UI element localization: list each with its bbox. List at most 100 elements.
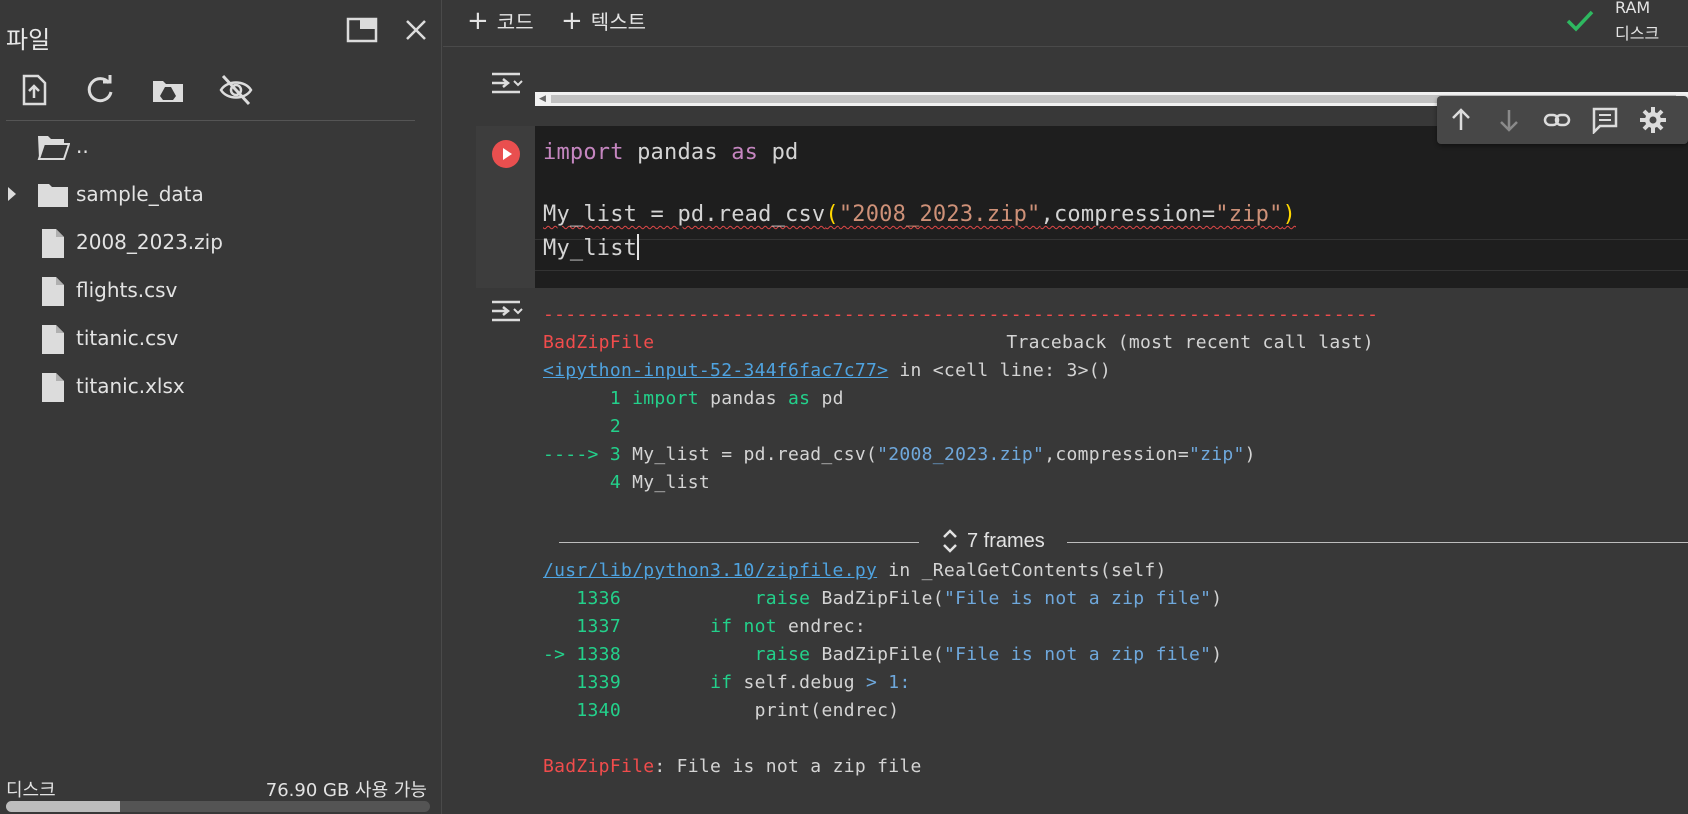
comment-icon[interactable] bbox=[1591, 106, 1619, 134]
tree-item-label: sample_data bbox=[76, 182, 204, 206]
code-text: BadZipFile( bbox=[810, 644, 944, 665]
move-up-icon[interactable] bbox=[1447, 106, 1475, 134]
code-text: : bbox=[899, 672, 911, 693]
location-text: in _RealGetContents(self) bbox=[877, 560, 1167, 581]
line-number: ----> 3 bbox=[543, 444, 633, 465]
file-link[interactable]: /usr/lib/python3.10/zipfile.py bbox=[543, 560, 877, 581]
code-text: pd bbox=[758, 140, 799, 165]
frames-divider-right bbox=[1067, 542, 1688, 543]
code-line-3: My_list = pd.read_csv("2008_2023.zip",co… bbox=[543, 202, 1296, 227]
open-in-window-icon[interactable] bbox=[346, 16, 378, 44]
code-text: My_list = pd.read_csv( bbox=[632, 444, 878, 465]
code-text: ) bbox=[1211, 588, 1223, 609]
string: "zip" bbox=[1188, 444, 1245, 465]
string: "2008_2023.zip" bbox=[877, 444, 1045, 465]
expand-frames-button[interactable]: 7 frames bbox=[941, 526, 1045, 556]
line-number: 4 bbox=[543, 472, 633, 493]
code-text: ) bbox=[1211, 644, 1223, 665]
code-cell[interactable]: import pandas as pd My_list = pd.read_cs… bbox=[476, 126, 1688, 288]
traceback-title: Traceback (most recent call last) bbox=[1006, 332, 1374, 353]
code-text: : bbox=[854, 616, 867, 637]
location-text: in <cell line: 3>() bbox=[888, 360, 1111, 381]
code-text: pandas bbox=[623, 140, 732, 165]
ipython-input-link[interactable]: <ipython-input-52-344f6fac7c77> bbox=[543, 360, 888, 381]
connected-check-icon[interactable] bbox=[1565, 8, 1595, 34]
tree-item-file[interactable]: flights.csv bbox=[0, 268, 440, 312]
line-number: -> 1338 bbox=[543, 644, 633, 665]
add-code-button[interactable]: + 코드 bbox=[467, 6, 534, 35]
disk-status-label[interactable]: 디스크 bbox=[1615, 20, 1659, 44]
keyword: if bbox=[710, 672, 733, 693]
lib-line: 1340 print(endrec) bbox=[543, 700, 899, 721]
tree-item-sample-data[interactable]: sample_data bbox=[0, 172, 440, 216]
hide-files-icon[interactable] bbox=[218, 72, 254, 108]
tree-item-label: 2008_2023.zip bbox=[76, 230, 223, 254]
mount-drive-icon[interactable] bbox=[150, 72, 186, 108]
move-down-icon[interactable] bbox=[1495, 106, 1523, 134]
code-text: pandas bbox=[698, 388, 789, 409]
tree-item-file[interactable]: titanic.xlsx bbox=[0, 364, 440, 408]
unfold-icon bbox=[943, 529, 957, 553]
tree-item-label: titanic.csv bbox=[76, 326, 179, 350]
code-text: ,compression= bbox=[1040, 202, 1216, 227]
keyword: as bbox=[731, 140, 759, 165]
upload-file-icon[interactable] bbox=[16, 72, 52, 108]
settings-gear-icon[interactable] bbox=[1639, 106, 1667, 134]
operator: > 1 bbox=[866, 672, 900, 693]
string: "zip" bbox=[1215, 202, 1283, 227]
error-name: BadZipFile bbox=[543, 756, 655, 777]
string: "2008_2023.zip" bbox=[838, 202, 1041, 227]
final-error-line: BadZipFile: File is not a zip file bbox=[543, 756, 922, 777]
output-toggle-icon[interactable] bbox=[490, 68, 524, 98]
disk-free-space: 76.90 GB 사용 가능 bbox=[265, 780, 427, 801]
code-text: endrec bbox=[776, 616, 855, 637]
file-icon bbox=[42, 373, 64, 402]
source-line-current: ----> 3 My_list = pd.read_csv("2008_2023… bbox=[543, 444, 1256, 465]
notebook-main: + 코드 + 텍스트 RAM 디스크 ◀ import pandas as pd… bbox=[443, 0, 1688, 814]
sidebar-divider bbox=[6, 120, 415, 121]
add-text-button[interactable]: + 텍스트 bbox=[561, 6, 646, 35]
close-icon[interactable] bbox=[402, 16, 430, 44]
disk-usage-bar bbox=[6, 801, 430, 812]
file-location: /usr/lib/python3.10/zipfile.py in _RealG… bbox=[543, 560, 1167, 581]
frames-label: 7 frames bbox=[967, 529, 1045, 552]
source-line: 2 bbox=[543, 416, 621, 437]
line-number: 1340 bbox=[543, 700, 633, 721]
frames-divider-left bbox=[559, 542, 919, 543]
tree-item-file[interactable]: titanic.csv bbox=[0, 316, 440, 360]
cell-output: ----------------------------------------… bbox=[543, 296, 1688, 814]
refresh-icon[interactable] bbox=[82, 72, 118, 108]
link-icon[interactable] bbox=[1543, 106, 1571, 134]
expand-arrow-icon[interactable] bbox=[4, 184, 20, 204]
code-text: ,compression= bbox=[1044, 444, 1189, 465]
code-editor[interactable]: import pandas as pd My_list = pd.read_cs… bbox=[535, 126, 1688, 288]
tree-item-parent[interactable]: .. bbox=[0, 124, 440, 168]
output-toggle-icon[interactable] bbox=[490, 296, 524, 326]
tree-item-file[interactable]: 2008_2023.zip bbox=[0, 220, 440, 264]
lib-line: 1336 raise BadZipFile("File is not a zip… bbox=[543, 588, 1222, 609]
file-icon bbox=[42, 277, 64, 306]
source-line: 4 My_list bbox=[543, 472, 710, 493]
code-text: My_list = pd.read_csv bbox=[543, 202, 826, 227]
code-text: My_list bbox=[543, 236, 638, 261]
sidebar-title: 파일 bbox=[6, 26, 51, 54]
notebook-toolbar: + 코드 + 텍스트 RAM 디스크 bbox=[443, 0, 1688, 47]
ram-label[interactable]: RAM bbox=[1615, 0, 1650, 17]
line-number: 1337 bbox=[543, 616, 633, 637]
disk-usage-fill bbox=[6, 801, 121, 812]
scroll-left-icon[interactable]: ◀ bbox=[539, 94, 546, 104]
error-name: BadZipFile bbox=[543, 332, 655, 353]
string: "File is not a zip file" bbox=[943, 588, 1212, 609]
run-cell-button[interactable] bbox=[492, 140, 520, 168]
string: "File is not a zip file" bbox=[943, 644, 1212, 665]
tree-item-label: titanic.xlsx bbox=[76, 374, 185, 398]
text-cursor bbox=[637, 234, 640, 260]
keyword: as bbox=[788, 388, 811, 409]
traceback-header: BadZipFile Traceback (most recent call la… bbox=[543, 332, 1374, 353]
tree-item-label: .. bbox=[76, 134, 89, 158]
file-sidebar: 파일 .. sample_data 2008_2023.zip flights.… bbox=[0, 0, 442, 814]
plus-icon: + bbox=[561, 5, 583, 36]
